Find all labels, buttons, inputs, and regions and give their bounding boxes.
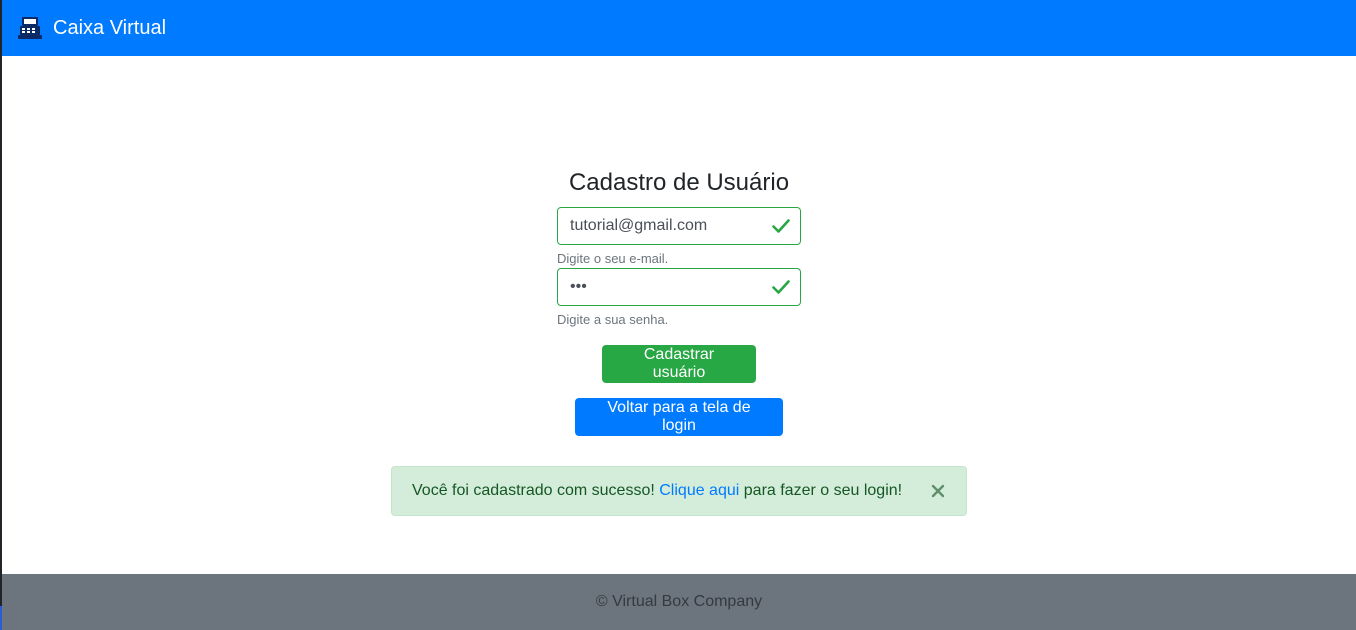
- email-input[interactable]: [558, 208, 770, 244]
- page-title: Cadastro de Usuário: [568, 169, 790, 196]
- back-to-login-button[interactable]: Voltar para a tela de login: [575, 398, 783, 436]
- brand-link[interactable]: Caixa Virtual: [17, 15, 166, 41]
- email-help-text: Digite o seu e-mail.: [557, 251, 669, 266]
- footer: © Virtual Box Company: [2, 574, 1356, 630]
- alert-text-after: para fazer o seu login!: [743, 482, 903, 499]
- password-field[interactable]: [557, 268, 801, 306]
- success-alert: Você foi cadastrado com sucesso! Clique …: [391, 466, 967, 516]
- check-icon: [772, 218, 790, 234]
- navbar: Caixa Virtual: [2, 0, 1356, 56]
- login-link[interactable]: Clique aqui: [659, 482, 739, 499]
- check-icon: [772, 279, 790, 295]
- email-field[interactable]: [557, 207, 801, 245]
- register-button[interactable]: Cadastrar usuário: [602, 345, 756, 383]
- footer-text: © Virtual Box Company: [595, 593, 763, 610]
- password-input[interactable]: [558, 269, 770, 305]
- window-edge: [0, 606, 2, 630]
- close-icon[interactable]: [930, 481, 946, 501]
- alert-message: Você foi cadastrado com sucesso! Clique …: [412, 482, 902, 500]
- page: Caixa Virtual Cadastro de Usuário Digite…: [0, 0, 1356, 630]
- brand-title: Caixa Virtual: [53, 17, 167, 39]
- alert-text-before: Você foi cadastrado com sucesso!: [412, 482, 655, 499]
- cash-register-icon: [17, 15, 43, 41]
- password-help-text: Digite a sua senha.: [557, 312, 669, 327]
